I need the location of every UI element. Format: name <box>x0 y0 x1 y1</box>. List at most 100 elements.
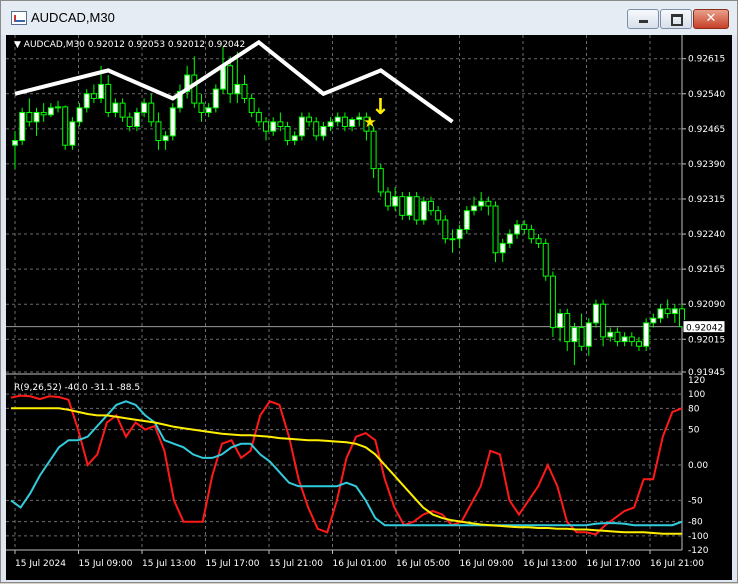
price-tick-label: 0.92540 <box>688 90 725 100</box>
candle <box>69 117 76 150</box>
candle <box>628 332 635 347</box>
candle <box>650 313 657 328</box>
candle <box>442 215 449 244</box>
candle <box>105 75 112 118</box>
x-tick-label: 15 Jul 2024 <box>15 559 66 569</box>
indicator-series-3 <box>11 407 682 535</box>
title-bar[interactable]: AUDCAD,M30 ✕ <box>1 1 737 35</box>
candle <box>313 117 320 141</box>
price-tick-label: 0.92465 <box>688 125 725 135</box>
candle <box>334 112 341 127</box>
candle <box>506 229 513 249</box>
candle <box>241 75 248 104</box>
candle <box>392 187 399 211</box>
chart-window: AUDCAD,M30 ✕ ★ ↓ 15 Jul 2024 15 Jul 09:00 1… <box>0 0 738 583</box>
candle <box>420 196 427 225</box>
x-tick-label: 15 Jul 09:00 <box>79 559 133 569</box>
candle <box>549 271 556 337</box>
down-arrow-icon: ↓ <box>371 95 389 120</box>
price-tick-label: 0.92015 <box>688 335 725 345</box>
candle <box>643 318 650 351</box>
candle <box>478 191 485 211</box>
x-tick-label: 16 Jul 13:00 <box>523 559 577 569</box>
indicator-tick-label: 120 <box>688 376 705 386</box>
x-tick-label: 16 Jul 17:00 <box>587 559 641 569</box>
candle <box>263 117 270 141</box>
close-button[interactable]: ✕ <box>693 9 729 29</box>
indicator-header: R(9,26,52) -40.0 -31.1 -88.5 <box>14 383 140 393</box>
candle <box>284 121 291 146</box>
candle <box>219 47 226 94</box>
price-tick-label: 0.92090 <box>688 300 725 310</box>
candle <box>614 327 621 347</box>
candle <box>499 238 506 263</box>
candle <box>26 98 33 127</box>
candle <box>578 313 585 351</box>
indicator-tick-label: 80 <box>688 404 700 414</box>
close-icon: ✕ <box>705 11 717 26</box>
x-tick-label: 16 Jul 01:00 <box>333 559 387 569</box>
candle <box>399 191 406 221</box>
candle <box>162 131 169 150</box>
candle <box>320 121 327 141</box>
candle <box>198 93 205 122</box>
candle <box>564 308 571 351</box>
candle <box>148 93 155 127</box>
candle <box>212 84 219 113</box>
candle <box>384 187 391 211</box>
candle <box>33 107 40 136</box>
candle <box>12 131 18 169</box>
candle <box>47 103 54 118</box>
candle <box>413 191 420 225</box>
candle <box>119 98 126 122</box>
candle <box>542 238 549 281</box>
candle <box>306 112 313 127</box>
price-tick-label: 0.92240 <box>688 230 725 240</box>
candle <box>40 103 47 122</box>
maximize-button[interactable] <box>660 9 692 29</box>
chart-window-icon <box>11 11 27 25</box>
candle <box>155 112 162 150</box>
candle <box>176 84 183 113</box>
candle <box>449 229 456 253</box>
candle <box>255 107 262 127</box>
candle <box>112 98 119 118</box>
indicator-tick-label: -80 <box>688 518 703 528</box>
candle <box>298 112 305 141</box>
indicator-tick-label: -100 <box>688 532 709 542</box>
x-tick-label: 16 Jul 21:00 <box>650 559 704 569</box>
candle <box>406 191 413 221</box>
price-tick-label: 0.92390 <box>688 160 725 170</box>
minimize-button[interactable] <box>627 9 659 29</box>
candle <box>621 332 628 347</box>
price-chart-svg[interactable]: ★↓ 15 Jul 2024 15 Jul 09:00 15 Jul 13:00 15… <box>6 35 732 580</box>
chart-area[interactable]: ★ ↓ 15 Jul 2024 15 Jul 09:00 15 Jul 13:00 15… <box>6 35 732 580</box>
indicator-tick-label: 0.00 <box>688 461 708 471</box>
candle <box>528 224 535 244</box>
candle <box>557 308 564 342</box>
candle <box>377 163 384 197</box>
candle <box>83 89 90 113</box>
candle <box>435 206 442 225</box>
price-tick-label: 0.92165 <box>688 265 725 275</box>
x-tick-label: 16 Jul 05:00 <box>396 559 450 569</box>
candle <box>571 322 578 365</box>
indicator-tick-label: -50 <box>688 496 703 506</box>
x-tick-label: 15 Jul 17:00 <box>206 559 260 569</box>
x-tick-label: 15 Jul 21:00 <box>269 559 323 569</box>
candle <box>671 304 678 323</box>
candle <box>133 107 140 132</box>
current-price-label: 0.92042 <box>686 324 723 334</box>
candle <box>55 100 62 113</box>
candle <box>592 299 599 328</box>
candle <box>664 299 671 319</box>
indicator-tick-label: 100 <box>688 390 705 400</box>
price-tick-label: 0.92315 <box>688 195 725 205</box>
candle <box>370 126 377 178</box>
candle <box>76 103 83 127</box>
indicator-lines <box>10 394 683 536</box>
x-tick-label: 16 Jul 09:00 <box>460 559 514 569</box>
candle <box>169 103 176 141</box>
candle <box>456 224 463 249</box>
candle <box>657 304 664 323</box>
